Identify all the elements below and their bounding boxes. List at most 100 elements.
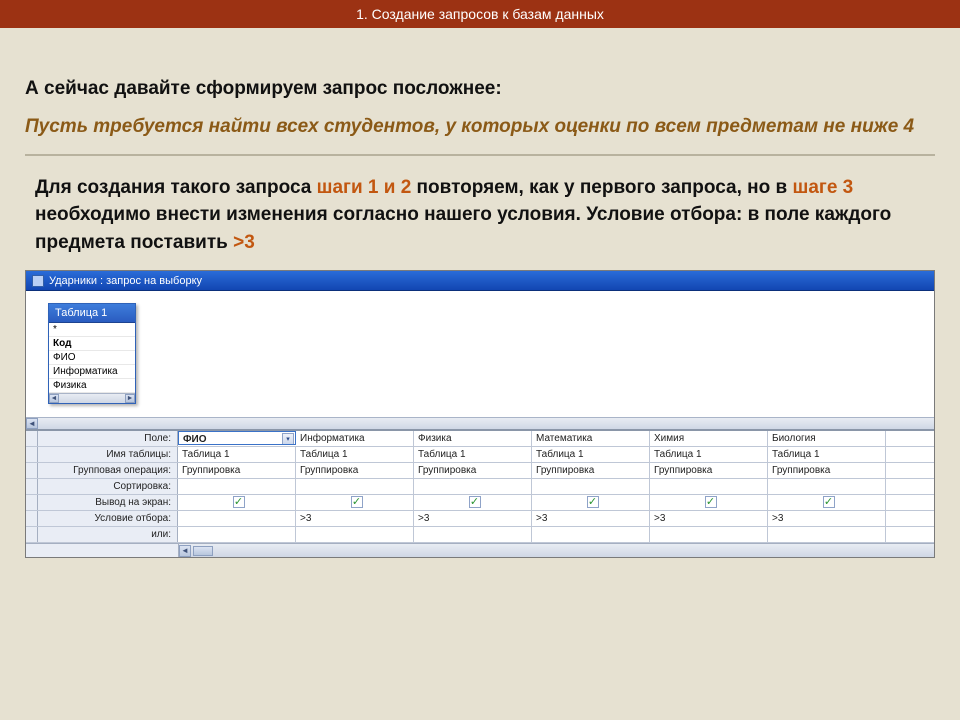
heading: А сейчас давайте сформируем запрос посло… [25, 78, 935, 100]
scroll-right-icon[interactable]: ► [125, 394, 135, 403]
checkbox-checked-icon[interactable]: ✓ [469, 496, 481, 508]
scroll-track[interactable] [38, 418, 934, 429]
field-item-star[interactable]: * [49, 323, 135, 337]
criteria-cell-2[interactable]: >3 [414, 511, 532, 526]
field-item-kod[interactable]: Код [49, 337, 135, 351]
table-cell-0[interactable]: Таблица 1 [178, 447, 296, 462]
row-selector[interactable] [26, 511, 38, 526]
scroll-left-icon[interactable]: ◄ [179, 545, 191, 557]
field-cell-1[interactable]: Информатика [296, 431, 414, 446]
grid-hscroll[interactable]: ◄ [26, 543, 934, 557]
scroll-left-icon[interactable]: ◄ [26, 418, 38, 429]
instr-text: Для создания такого запроса [35, 177, 317, 198]
pane-hscroll[interactable]: ◄ [26, 417, 934, 429]
task-statement: Пусть требуется найти всех студентов, у … [25, 114, 935, 140]
field-cell-3[interactable]: Математика [532, 431, 650, 446]
sort-cell-2[interactable] [414, 479, 532, 494]
or-cell-0[interactable] [178, 527, 296, 542]
field-item-informatika[interactable]: Информатика [49, 365, 135, 379]
slide-header: 1. Создание запросов к базам данных [0, 0, 960, 28]
grid-row-criteria: Условие отбора: >3 >3 >3 >3 >3 [26, 511, 934, 527]
row-selector[interactable] [26, 431, 38, 446]
field-cell-4[interactable]: Химия [650, 431, 768, 446]
table-cell-2[interactable]: Таблица 1 [414, 447, 532, 462]
criteria-cell-1[interactable]: >3 [296, 511, 414, 526]
row-selector[interactable] [26, 463, 38, 478]
or-cell-3[interactable] [532, 527, 650, 542]
or-cell-2[interactable] [414, 527, 532, 542]
checkbox-checked-icon[interactable]: ✓ [705, 496, 717, 508]
grid-row-group: Групповая операция: Группировка Группиро… [26, 463, 934, 479]
show-cell-5[interactable]: ✓ [768, 495, 886, 510]
table-widget[interactable]: Таблица 1 * Код ФИО Информатика Физика ◄… [48, 303, 136, 404]
show-cell-1[interactable]: ✓ [296, 495, 414, 510]
window-icon [32, 275, 44, 287]
instr-gt3: >3 [233, 232, 255, 253]
grid-row-show: Вывод на экран: ✓ ✓ ✓ ✓ ✓ ✓ [26, 495, 934, 511]
criteria-cell-3[interactable]: >3 [532, 511, 650, 526]
group-cell-3[interactable]: Группировка [532, 463, 650, 478]
row-selector[interactable] [26, 527, 38, 542]
row-label-sort: Сортировка: [38, 479, 178, 494]
grid-row-table: Имя таблицы: Таблица 1 Таблица 1 Таблица… [26, 447, 934, 463]
row-label-criteria: Условие отбора: [38, 511, 178, 526]
window-titlebar[interactable]: Ударники : запрос на выборку [26, 271, 934, 291]
sort-cell-4[interactable] [650, 479, 768, 494]
instructions: Для создания такого запроса шаги 1 и 2 п… [25, 174, 935, 257]
sort-cell-3[interactable] [532, 479, 650, 494]
field-item-fio[interactable]: ФИО [49, 351, 135, 365]
instr-text-2: повторяем, как у первого запроса, но в [411, 177, 792, 198]
scroll-left-icon[interactable]: ◄ [49, 394, 59, 403]
table-widget-hscroll[interactable]: ◄ ► [49, 393, 135, 403]
row-label-field: Поле: [38, 431, 178, 446]
criteria-cell-4[interactable]: >3 [650, 511, 768, 526]
show-cell-0[interactable]: ✓ [178, 495, 296, 510]
chevron-down-icon[interactable]: ▾ [282, 433, 294, 445]
show-cell-2[interactable]: ✓ [414, 495, 532, 510]
row-label-show: Вывод на экран: [38, 495, 178, 510]
sort-cell-5[interactable] [768, 479, 886, 494]
instr-text-3: необходимо внести изменения согласно наш… [35, 204, 891, 253]
criteria-cell-5[interactable]: >3 [768, 511, 886, 526]
table-cell-4[interactable]: Таблица 1 [650, 447, 768, 462]
table-widget-header[interactable]: Таблица 1 [49, 304, 135, 323]
group-cell-4[interactable]: Группировка [650, 463, 768, 478]
field-item-fizika[interactable]: Физика [49, 379, 135, 393]
tables-pane[interactable]: Таблица 1 * Код ФИО Информатика Физика ◄… [26, 291, 934, 431]
show-cell-3[interactable]: ✓ [532, 495, 650, 510]
window-title: Ударники : запрос на выборку [49, 275, 202, 287]
slide-content: А сейчас давайте сформируем запрос посло… [0, 28, 960, 558]
group-cell-1[interactable]: Группировка [296, 463, 414, 478]
scroll-thumb[interactable] [193, 546, 213, 556]
show-cell-4[interactable]: ✓ [650, 495, 768, 510]
checkbox-checked-icon[interactable]: ✓ [233, 496, 245, 508]
field-cell-0-value: ФИО [183, 434, 207, 445]
sort-cell-1[interactable] [296, 479, 414, 494]
table-cell-5[interactable]: Таблица 1 [768, 447, 886, 462]
field-cell-0[interactable]: ФИО ▾ [178, 431, 296, 445]
grid-row-or: или: [26, 527, 934, 543]
group-cell-5[interactable]: Группировка [768, 463, 886, 478]
row-selector[interactable] [26, 479, 38, 494]
or-cell-1[interactable] [296, 527, 414, 542]
grid-row-sort: Сортировка: [26, 479, 934, 495]
row-selector[interactable] [26, 447, 38, 462]
or-cell-5[interactable] [768, 527, 886, 542]
table-field-list[interactable]: * Код ФИО Информатика Физика [49, 323, 135, 393]
table-cell-3[interactable]: Таблица 1 [532, 447, 650, 462]
criteria-cell-0[interactable] [178, 511, 296, 526]
checkbox-checked-icon[interactable]: ✓ [823, 496, 835, 508]
sort-cell-0[interactable] [178, 479, 296, 494]
or-cell-4[interactable] [650, 527, 768, 542]
field-cell-5[interactable]: Биология [768, 431, 886, 446]
field-cell-2[interactable]: Физика [414, 431, 532, 446]
row-selector[interactable] [26, 495, 38, 510]
checkbox-checked-icon[interactable]: ✓ [351, 496, 363, 508]
query-grid: Поле: ФИО ▾ Информатика Физика Математик… [26, 431, 934, 557]
group-cell-0[interactable]: Группировка [178, 463, 296, 478]
table-cell-1[interactable]: Таблица 1 [296, 447, 414, 462]
query-designer-window: Ударники : запрос на выборку Таблица 1 *… [25, 270, 935, 558]
row-label-group: Групповая операция: [38, 463, 178, 478]
group-cell-2[interactable]: Группировка [414, 463, 532, 478]
checkbox-checked-icon[interactable]: ✓ [587, 496, 599, 508]
